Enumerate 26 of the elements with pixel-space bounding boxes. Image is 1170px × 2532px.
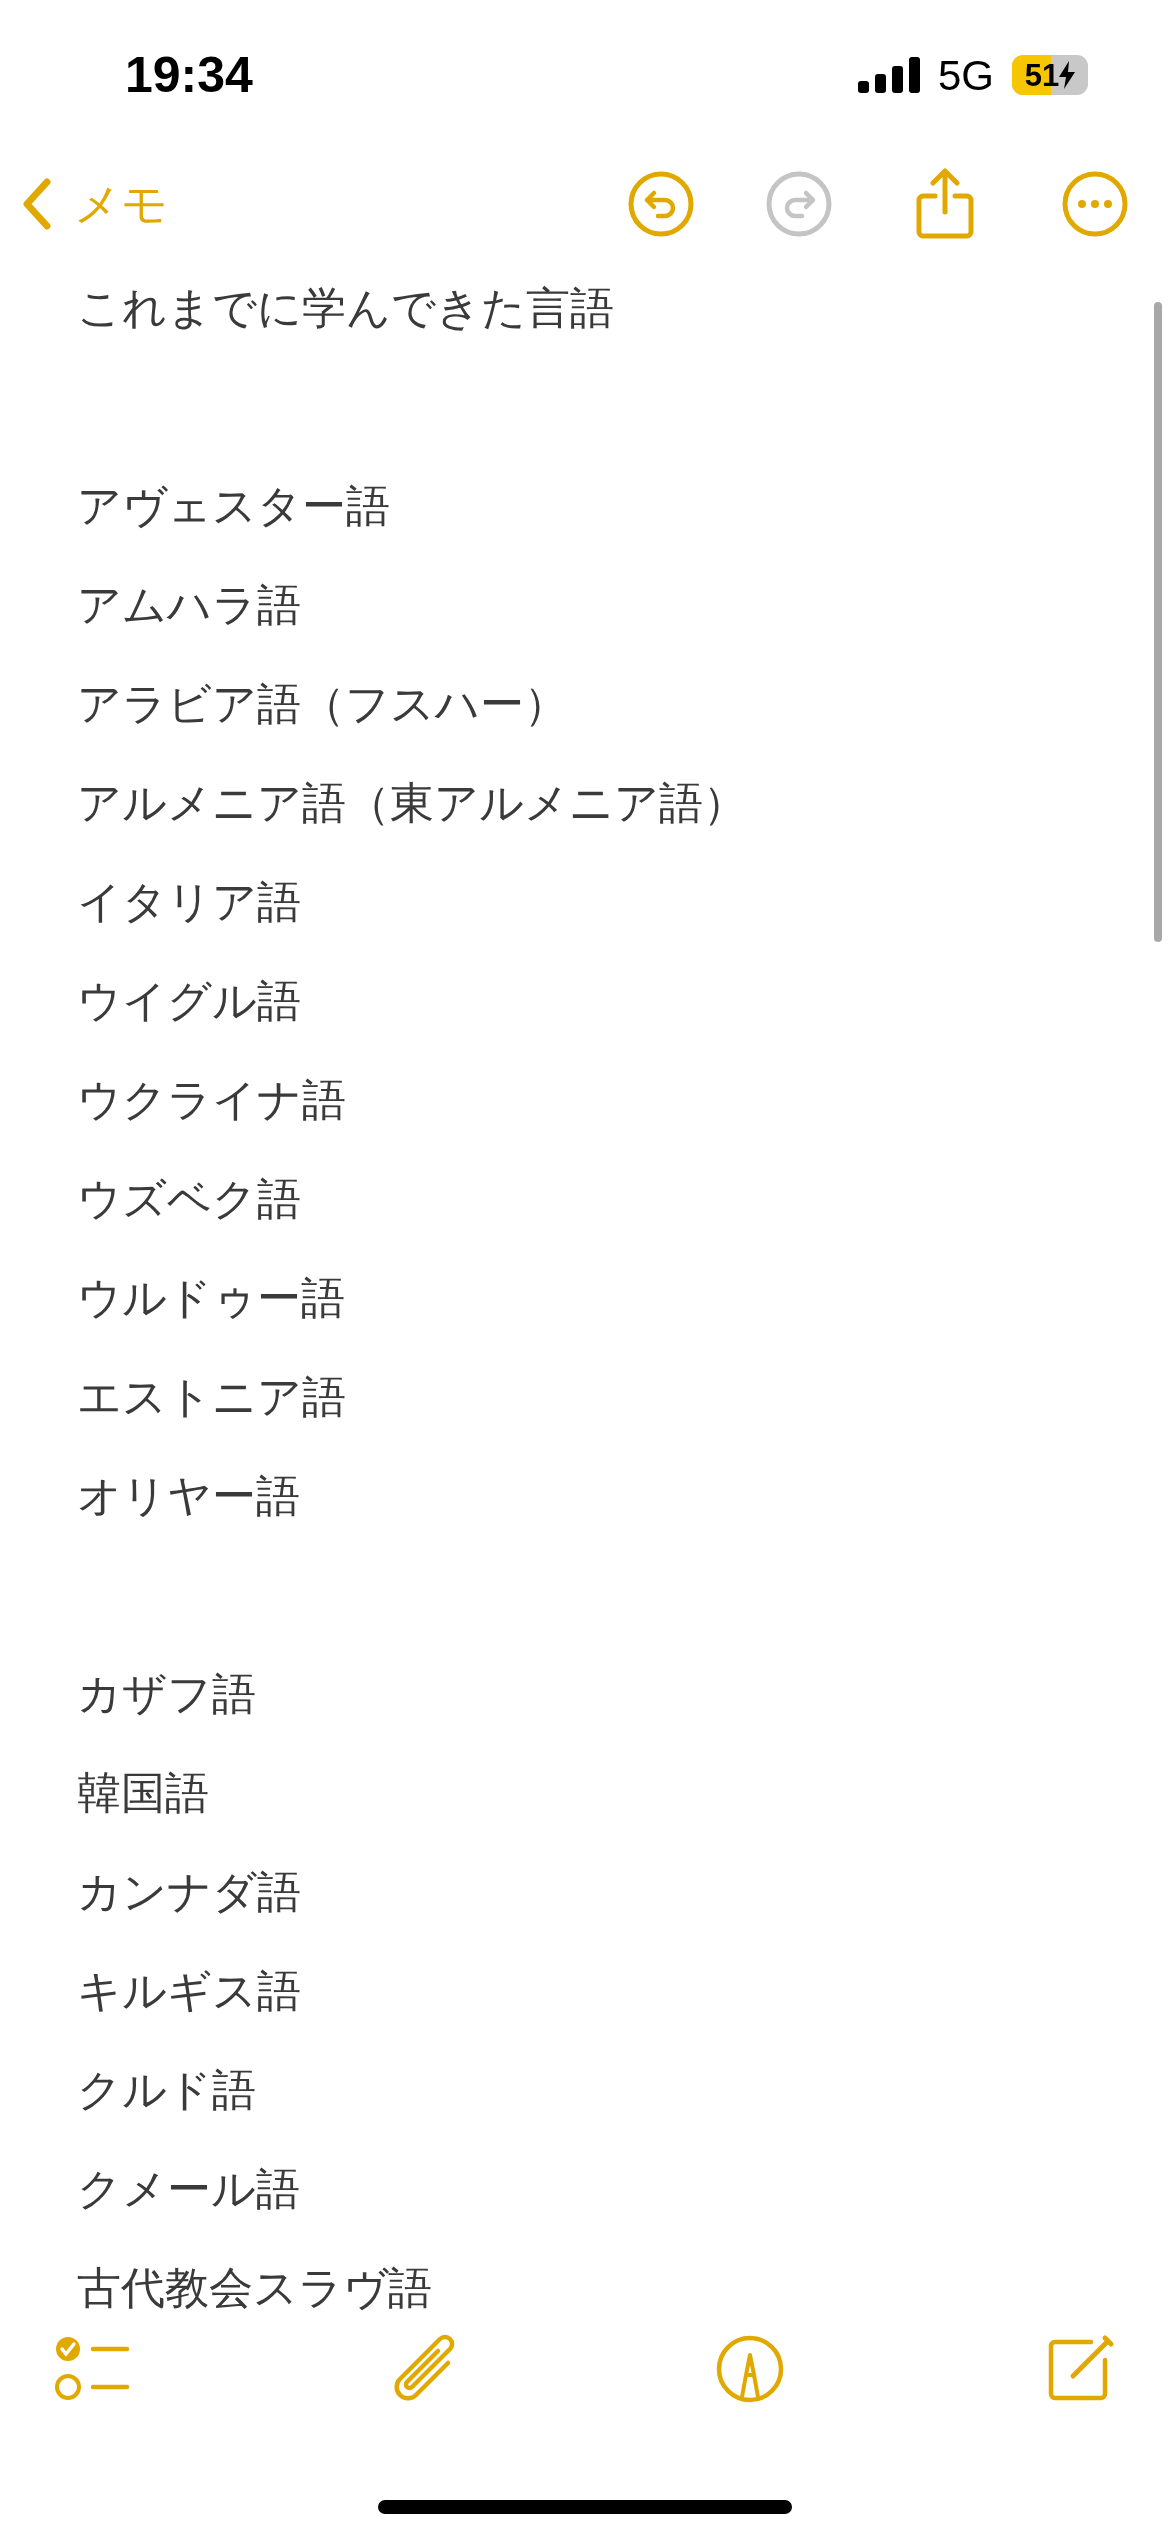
note-line: エストニア語 <box>77 1370 346 1424</box>
status-time: 19:34 <box>125 45 253 105</box>
note-line: キルギス語 <box>77 1964 301 2018</box>
note-line: クルド語 <box>77 2063 256 2117</box>
pen-tip-icon[interactable] <box>716 2335 785 2403</box>
note-line: イタリア語 <box>77 875 301 929</box>
note-line: カザフ語 <box>77 1667 256 1721</box>
note-line: ウズベク語 <box>77 1172 301 1226</box>
network-label: 5G <box>937 50 994 101</box>
note-line: 韓国語 <box>77 1766 209 1820</box>
note-line: アラビア語（フスハー） <box>77 677 568 731</box>
checklist-icon[interactable] <box>55 2336 129 2402</box>
note-line: ウルドゥー語 <box>77 1271 345 1325</box>
signal-icon <box>857 57 920 93</box>
note-line: アムハラ語 <box>77 578 301 632</box>
note-line: アヴェスター語 <box>77 479 390 533</box>
note-title: これまでに学んできた言語 <box>77 281 614 335</box>
note-line: ウイグル語 <box>77 974 301 1028</box>
note-line: クメール語 <box>77 2162 300 2216</box>
note-line: ウクライナ語 <box>77 1073 346 1127</box>
note-line: オリヤー語 <box>77 1469 300 1523</box>
back-button[interactable]: メモ <box>22 169 168 239</box>
chevron-icon <box>22 177 52 231</box>
note-line: アルメニア語（東アルメニア語） <box>77 776 747 830</box>
note-line: カンナダ語 <box>77 1865 301 1919</box>
note-line: 古代教会スラヴ語 <box>77 2261 432 2315</box>
